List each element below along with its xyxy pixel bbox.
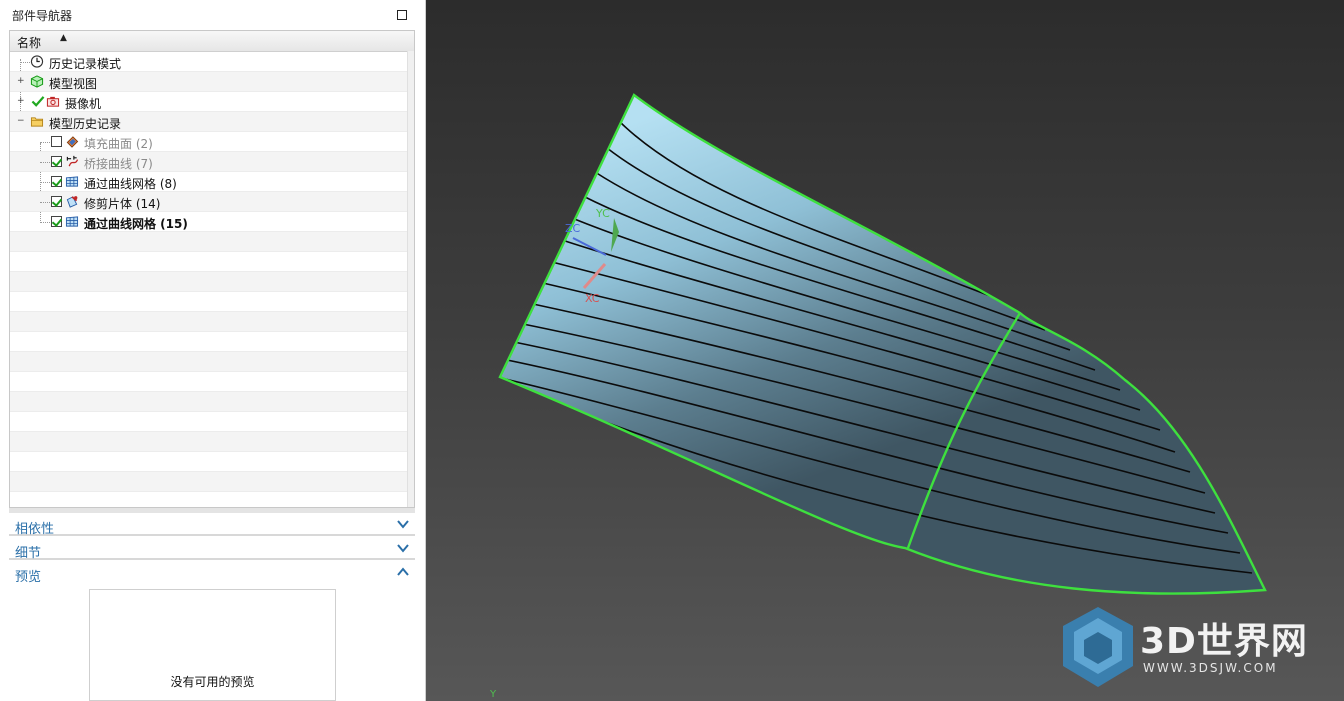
tree-row-fill-surface[interactable]: 填充曲面 (2) [10, 132, 414, 152]
empty-row [10, 492, 414, 507]
empty-row [10, 372, 414, 392]
watermark-url: WWW.3DSJW.COM [1143, 661, 1278, 675]
empty-row [10, 232, 414, 252]
watermark-title: 3D世界网 [1140, 621, 1308, 662]
empty-row [10, 392, 414, 412]
chevron-down-icon[interactable] [396, 540, 410, 556]
tree-row-curve-mesh-8[interactable]: 通过曲线网格 (8) [10, 172, 414, 192]
visibility-checkbox[interactable] [51, 156, 62, 167]
panel-preview[interactable]: 预览 [9, 562, 415, 585]
navigator-title: 部件导航器 [12, 9, 73, 23]
trim-sheet-icon [66, 196, 78, 208]
panel-preview-title: 预览 [15, 570, 42, 585]
empty-row [10, 412, 414, 432]
chevron-up-icon[interactable] [396, 564, 410, 580]
folder-icon [30, 117, 44, 127]
panel-details-title: 细节 [15, 546, 42, 561]
empty-row [10, 272, 414, 292]
axis-label-y: Y [490, 689, 497, 700]
tree-item-label: 填充曲面 (2) [84, 137, 153, 151]
collapse-icon[interactable]: − [17, 117, 25, 126]
axis-label-zc: ZC [565, 222, 581, 235]
tree-row-model-history[interactable]: − 模型历史记录 [10, 112, 414, 132]
part-navigator: 部件导航器 名称 ▲ 历史记录模式 + 模型视图 + 摄像机 − 模型历史记录 … [0, 0, 426, 701]
tree-item-label: 模型历史记录 [49, 117, 122, 131]
empty-row [10, 452, 414, 472]
expand-icon[interactable]: + [17, 77, 25, 86]
panel-dependencies-title: 相依性 [15, 522, 55, 537]
tree-item-label: 通过曲线网格 (8) [84, 177, 177, 191]
tree-item-label: 桥接曲线 (7) [84, 157, 153, 171]
tree-row-history-mode[interactable]: 历史记录模式 [10, 52, 414, 72]
column-name-header[interactable]: 名称 [17, 34, 41, 51]
clock-icon [30, 55, 44, 68]
tree-item-label: 摄像机 [65, 97, 102, 111]
tree-row-bridge-curve[interactable]: 桥接曲线 (7) [10, 152, 414, 172]
maximize-button[interactable] [397, 10, 407, 20]
preview-empty-text: 没有可用的预览 [170, 675, 255, 689]
visibility-checkbox[interactable] [51, 136, 62, 147]
watermark-cube-logo [1063, 607, 1133, 687]
tree-row-trim-sheet[interactable]: 修剪片体 (14) [10, 192, 414, 212]
empty-row [10, 332, 414, 352]
tree-row-model-views[interactable]: + 模型视图 [10, 72, 414, 92]
panel-details[interactable]: 细节 [9, 538, 415, 561]
bridge-curve-icon [66, 155, 79, 167]
curve-mesh-icon [65, 176, 79, 187]
axis-label-xc: XC [585, 292, 600, 305]
sort-ascending-icon: ▲ [60, 33, 67, 43]
chevron-down-icon[interactable] [396, 516, 410, 532]
visibility-checkbox[interactable] [51, 216, 62, 227]
tree-row-cameras[interactable]: + 摄像机 [10, 92, 414, 112]
tree-item-label: 模型视图 [49, 77, 98, 91]
empty-row [10, 352, 414, 372]
empty-row [10, 312, 414, 332]
visibility-checkbox[interactable] [51, 196, 62, 207]
navigator-tree: 名称 ▲ 历史记录模式 + 模型视图 + 摄像机 − 模型历史记录 填充曲面 (… [9, 30, 415, 508]
empty-row [10, 292, 414, 312]
check-mark-icon [31, 96, 45, 107]
empty-row [10, 472, 414, 492]
tree-item-label: 历史记录模式 [49, 57, 122, 71]
tree-header: 名称 ▲ [10, 31, 414, 52]
preview-area: 没有可用的预览 [89, 589, 336, 701]
splitter[interactable] [9, 508, 415, 513]
tree-row-curve-mesh-15[interactable]: 通过曲线网格 (15) [10, 212, 414, 232]
visibility-checkbox[interactable] [51, 176, 62, 187]
tree-scrollbar[interactable] [407, 51, 414, 507]
empty-row [10, 432, 414, 452]
panel-dependencies[interactable]: 相依性 [9, 514, 415, 537]
empty-row [10, 252, 414, 272]
camera-icon [46, 96, 60, 107]
axis-label-yc: YC [596, 207, 610, 220]
expand-icon[interactable]: + [17, 97, 25, 106]
tree-item-label: 通过曲线网格 (15) [84, 217, 188, 231]
surface-model [498, 93, 1267, 595]
fill-surface-icon [66, 136, 79, 148]
model-views-icon [30, 75, 44, 88]
graphics-viewport[interactable]: YC ZC XC Y 3D世界网 WWW.3DSJW.COM [426, 0, 1344, 701]
tree-item-label: 修剪片体 (14) [84, 197, 161, 211]
curve-mesh-icon [65, 216, 79, 227]
